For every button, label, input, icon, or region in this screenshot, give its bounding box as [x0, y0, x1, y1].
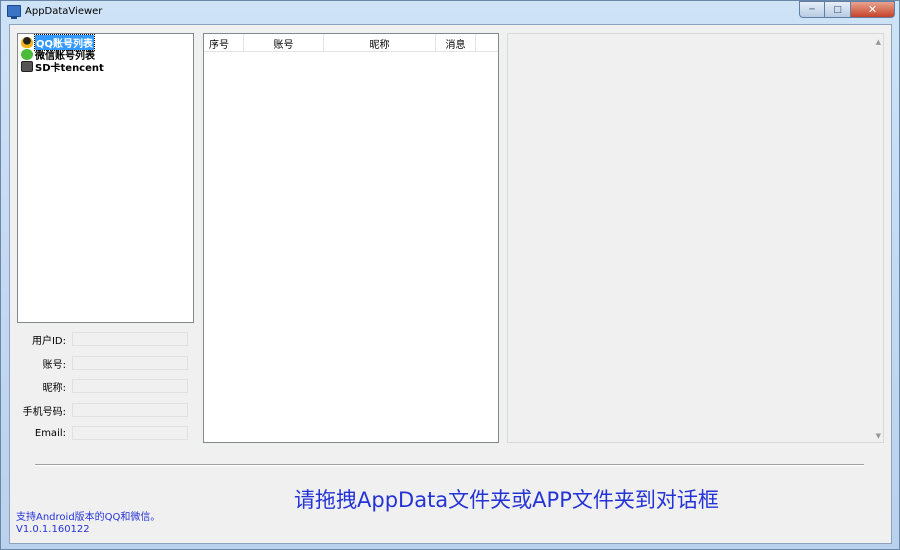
qq-icon	[21, 36, 33, 48]
separator-line	[35, 464, 864, 466]
field-row-nickname: 昵称:	[10, 378, 200, 394]
nickname-field[interactable]	[72, 379, 188, 393]
client-area: QQ账号列表 微信账号列表 SD卡tencent 用户ID: 账号: 昵称: 手…	[9, 24, 892, 544]
field-row-phone: 手机号码:	[10, 402, 200, 418]
account-tree[interactable]: QQ账号列表 微信账号列表 SD卡tencent	[17, 33, 194, 323]
account-list[interactable]: 序号 账号 昵称 消息	[203, 33, 499, 443]
wechat-icon	[21, 48, 33, 60]
app-window: AppDataViewer ─ □ ✕ QQ账号列表 微信账号列表 SD卡ten…	[0, 0, 900, 550]
drag-drop-hint: 请拖拽AppData文件夹或APP文件夹到对话框	[294, 488, 719, 512]
account-field[interactable]	[72, 356, 188, 370]
account-label: 账号:	[42, 359, 66, 371]
scroll-down-arrow-icon[interactable]: ▼	[876, 432, 881, 440]
maximize-icon: □	[833, 4, 842, 15]
scroll-up-arrow-icon[interactable]: ▲	[876, 38, 881, 46]
support-note: 支持Android版本的QQ和微信。	[16, 512, 161, 523]
app-icon	[7, 5, 21, 19]
nickname-label: 昵称:	[42, 382, 66, 394]
field-row-user-id: 用户ID:	[10, 331, 200, 347]
column-header-account[interactable]: 账号	[244, 34, 324, 52]
phone-field[interactable]	[72, 403, 188, 417]
close-icon: ✕	[867, 3, 878, 16]
version-label: V1.0.1.160122	[16, 524, 90, 535]
user-id-field[interactable]	[72, 332, 188, 346]
email-label: Email:	[34, 427, 66, 439]
close-button[interactable]: ✕	[851, 1, 895, 18]
email-field[interactable]	[72, 426, 188, 440]
minimize-button[interactable]: ─	[799, 1, 825, 18]
column-header-nickname[interactable]: 昵称	[324, 34, 436, 52]
message-preview-pane[interactable]: ▲ ▼	[507, 33, 884, 443]
footer-info: 支持Android版本的QQ和微信。 V1.0.1.160122	[16, 512, 160, 536]
field-row-account: 账号:	[10, 355, 200, 371]
title-bar[interactable]: AppDataViewer ─ □ ✕	[1, 1, 899, 23]
list-header: 序号 账号 昵称 消息	[204, 34, 498, 52]
maximize-button[interactable]: □	[825, 1, 851, 18]
tree-item-label: SD卡tencent	[35, 62, 104, 74]
minimize-icon: ─	[809, 4, 815, 15]
column-header-index[interactable]: 序号	[204, 34, 244, 52]
column-header-messages[interactable]: 消息	[436, 34, 476, 52]
user-id-label: 用户ID:	[31, 335, 66, 347]
window-title: AppDataViewer	[25, 6, 103, 17]
phone-label: 手机号码:	[22, 406, 66, 418]
window-controls: ─ □ ✕	[799, 1, 895, 18]
sd-card-icon	[21, 60, 33, 72]
field-row-email: Email:	[10, 425, 200, 441]
tree-item-sd-card[interactable]: SD卡tencent	[21, 60, 190, 74]
